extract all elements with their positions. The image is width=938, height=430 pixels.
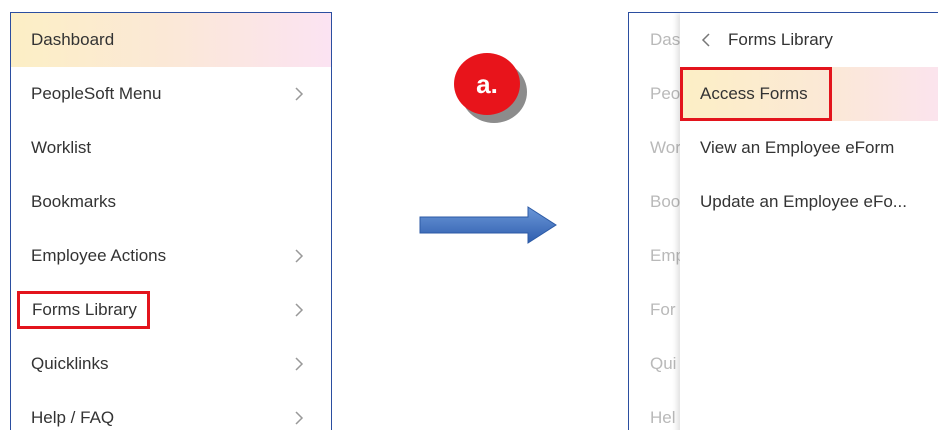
chevron-right-icon [293,302,305,318]
nav-item-forms-library[interactable]: Forms Library [11,283,331,337]
nav-item-peoplesoft-menu[interactable]: PeopleSoft Menu [11,67,331,121]
left-nav-panel: Dashboard PeopleSoft Menu Worklist Bookm… [10,12,332,430]
nav-item-label: PeopleSoft Menu [31,84,162,103]
submenu-header[interactable]: Forms Library [680,13,938,67]
nav-item-bookmarks[interactable]: Bookmarks [11,175,331,229]
right-arrow-icon [418,204,558,246]
step-badge: a. [454,53,527,123]
submenu-item-label: View an Employee eForm [700,138,895,157]
access-forms-highlight-box [680,67,832,121]
nav-item-label: Help / FAQ [31,408,115,427]
chevron-right-icon [293,86,305,102]
right-nav-panel: Das Peo Wor Boo Emp For Qui Hel Forms Li… [628,12,938,430]
submenu-item-label: Update an Employee eFo... [700,192,907,211]
nav-item-help-faq[interactable]: Help / FAQ [11,391,331,430]
nav-item-label: Employee Actions [31,246,167,265]
nav-item-quicklinks[interactable]: Quicklinks [11,337,331,391]
nav-item-employee-actions[interactable]: Employee Actions [11,229,331,283]
nav-item-label: Worklist [31,138,92,157]
nav-item-label: Forms Library [32,300,137,319]
nav-item-dashboard[interactable]: Dashboard [11,13,331,67]
submenu-item-view-employee-eform[interactable]: View an Employee eForm [680,121,938,175]
badge-label: a. [476,68,498,99]
submenu-item-update-employee-eform[interactable]: Update an Employee eFo... [680,175,938,229]
badge-circle: a. [454,53,520,115]
chevron-left-icon[interactable] [700,32,712,48]
nav-item-worklist[interactable]: Worklist [11,121,331,175]
nav-item-label: Dashboard [31,30,115,49]
nav-item-label: Bookmarks [31,192,117,211]
submenu-title: Forms Library [728,30,833,49]
chevron-right-icon [293,356,305,372]
submenu-item-access-forms[interactable]: Access Forms [680,67,938,121]
forms-library-highlight-box: Forms Library [17,291,150,329]
chevron-right-icon [293,410,305,426]
forms-library-submenu: Forms Library Access Forms View an Emplo… [680,13,938,430]
chevron-right-icon [293,248,305,264]
nav-item-label: Quicklinks [31,354,109,373]
screenshot-stage: Dashboard PeopleSoft Menu Worklist Bookm… [0,0,938,430]
